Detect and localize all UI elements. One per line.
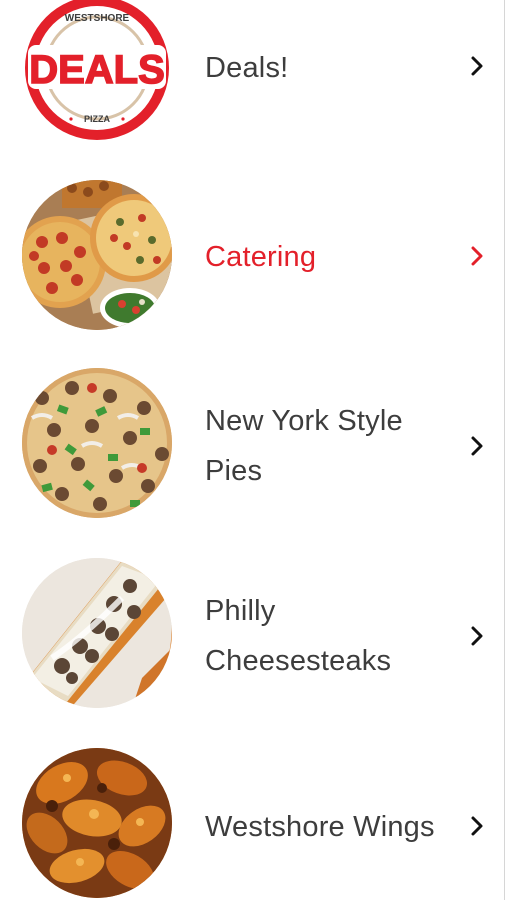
pizza-platter-photo <box>22 180 172 330</box>
menu-item-label: Philly Cheesesteaks <box>205 595 392 677</box>
chevron-right-icon <box>466 245 488 267</box>
menu-item-philly-cheesesteaks[interactable]: Philly Cheesesteaks <box>0 558 505 713</box>
category-menu-list: WESTSHORE DEALS PIZZA Deals! Catering Ne… <box>0 0 505 900</box>
deals-logo: WESTSHORE DEALS PIZZA <box>22 0 172 143</box>
chevron-right-icon <box>466 625 488 647</box>
logo-bottom-text: PIZZA <box>84 114 110 124</box>
logo-top-text: WESTSHORE <box>65 13 130 24</box>
cheesesteak-photo <box>22 558 172 708</box>
chevron-right-icon <box>466 815 488 837</box>
chevron-right-icon <box>466 435 488 457</box>
menu-item-label: Westshore Wings <box>205 811 435 843</box>
menu-item-label: Deals! <box>205 52 289 84</box>
menu-item-catering[interactable]: Catering <box>0 180 505 335</box>
menu-item-deals[interactable]: WESTSHORE DEALS PIZZA Deals! <box>0 0 505 143</box>
chevron-right-icon <box>466 55 488 77</box>
menu-item-westshore-wings[interactable]: Westshore Wings <box>0 748 505 903</box>
menu-item-label: New York Style Pies <box>205 405 403 487</box>
pizza-photo <box>22 368 172 518</box>
logo-main-text: DEALS <box>29 48 165 92</box>
menu-item-new-york-style-pies[interactable]: New York Style Pies <box>0 368 505 523</box>
menu-item-label: Catering <box>205 241 317 273</box>
wings-photo <box>22 748 172 898</box>
